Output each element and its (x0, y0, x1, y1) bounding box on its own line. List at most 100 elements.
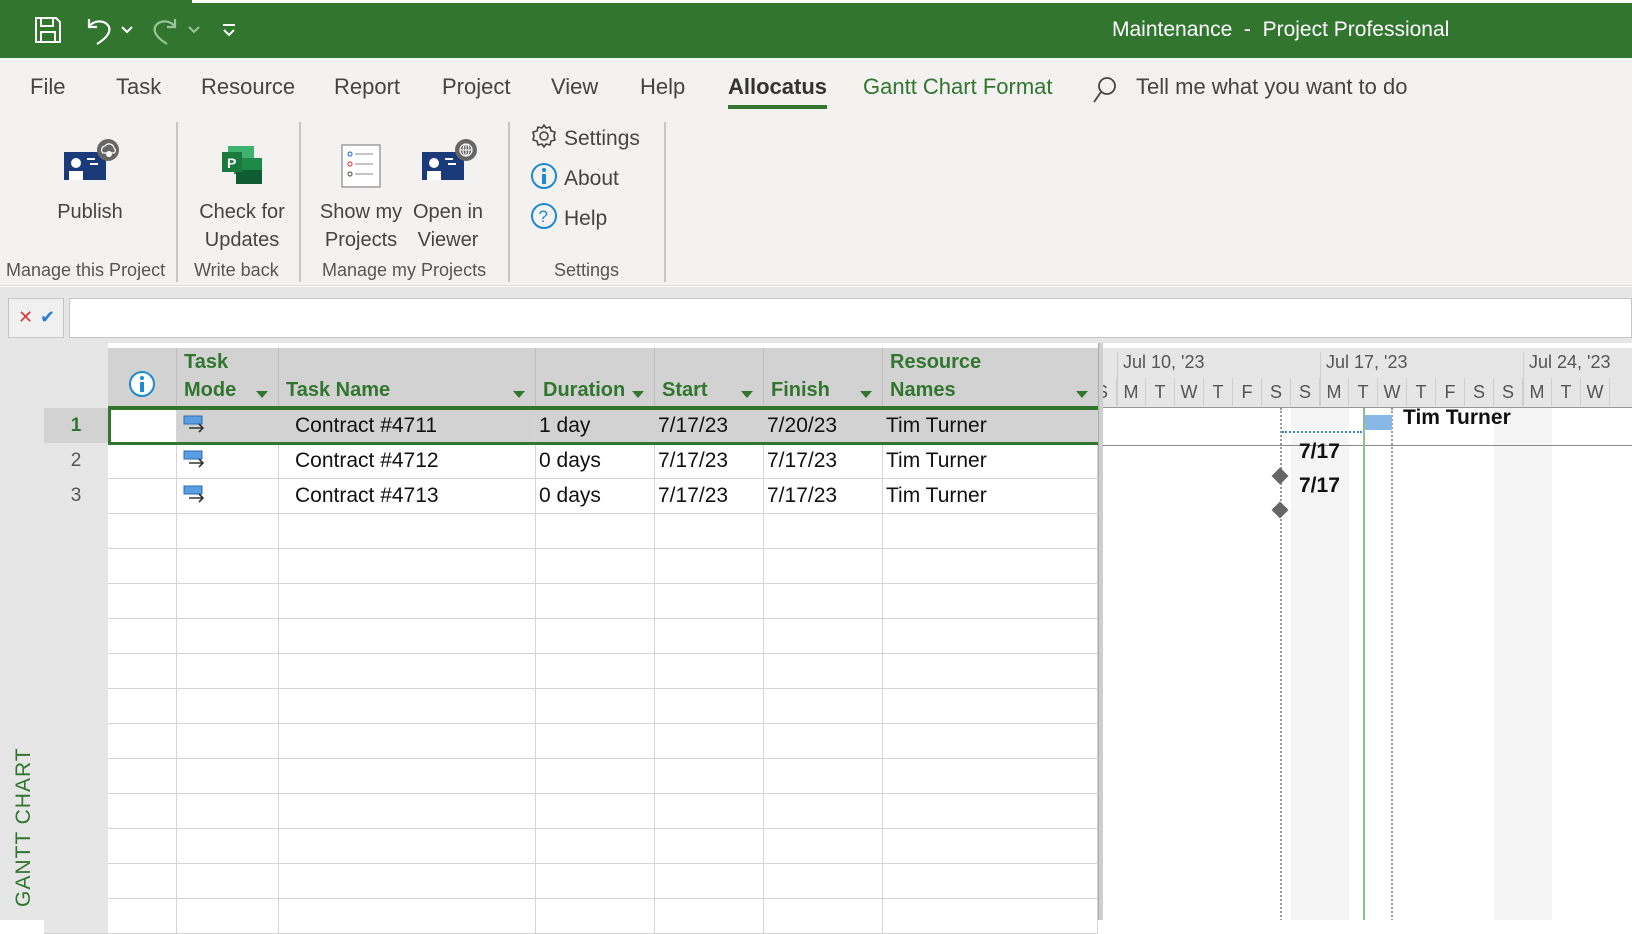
show-my-projects-button[interactable]: Show my Projects (316, 128, 406, 254)
start-cell[interactable] (655, 513, 764, 548)
name-cell[interactable]: Contract #4711 (279, 408, 536, 443)
check-for-updates-button[interactable]: P Check for Updates (192, 128, 292, 254)
undo-icon[interactable] (84, 14, 114, 46)
start-cell[interactable]: 7/17/23 (655, 478, 764, 513)
task-mode-cell[interactable] (177, 758, 279, 793)
empty-row[interactable] (108, 723, 1098, 759)
redo-dropdown-icon[interactable] (187, 14, 201, 46)
chevron-down-icon[interactable] (256, 391, 268, 398)
resource-cell[interactable] (883, 723, 1098, 758)
duration-cell[interactable] (536, 863, 655, 898)
finish-cell[interactable]: 7/17/23 (764, 478, 883, 513)
column-header-resource-names[interactable]: Resource Names (883, 348, 1098, 406)
resource-cell[interactable]: Tim Turner (883, 408, 1098, 443)
duration-cell[interactable] (536, 793, 655, 828)
tab-view[interactable]: View (551, 74, 598, 100)
resource-cell[interactable] (883, 513, 1098, 548)
duration-cell[interactable] (536, 723, 655, 758)
finish-cell[interactable] (764, 723, 883, 758)
task-mode-cell[interactable] (177, 863, 279, 898)
column-header-duration[interactable]: Duration (536, 348, 655, 406)
row-number[interactable]: 1 (44, 408, 108, 444)
help-button[interactable]: ? Help (530, 202, 607, 236)
row-number[interactable]: 3 (44, 478, 108, 514)
finish-cell[interactable] (764, 793, 883, 828)
row-number[interactable] (44, 898, 108, 934)
indicator-cell[interactable] (108, 863, 177, 898)
chevron-down-icon[interactable] (860, 391, 872, 398)
table-row[interactable]: Contract #4711 1 day 7/17/23 7/20/23 Tim Tur… (108, 408, 1098, 444)
resource-cell[interactable] (883, 758, 1098, 793)
task1-bar[interactable] (1365, 415, 1392, 430)
empty-row[interactable] (108, 583, 1098, 619)
empty-row[interactable] (108, 828, 1098, 864)
duration-cell[interactable] (536, 548, 655, 583)
task-mode-cell[interactable] (177, 688, 279, 723)
start-cell[interactable] (655, 828, 764, 863)
start-cell[interactable] (655, 723, 764, 758)
task-mode-cell[interactable] (177, 443, 279, 478)
start-cell[interactable] (655, 863, 764, 898)
name-cell[interactable] (279, 758, 536, 793)
task-mode-cell[interactable] (177, 513, 279, 548)
finish-cell[interactable]: 7/20/23 (764, 408, 883, 443)
finish-cell[interactable]: 7/17/23 (764, 443, 883, 478)
finish-cell[interactable] (764, 618, 883, 653)
finish-cell[interactable] (764, 548, 883, 583)
row-number[interactable] (44, 828, 108, 864)
start-cell[interactable] (655, 653, 764, 688)
resource-cell[interactable]: Tim Turner (883, 443, 1098, 478)
undo-dropdown-icon[interactable] (120, 14, 134, 46)
row-number[interactable] (44, 793, 108, 829)
task-mode-cell[interactable] (177, 828, 279, 863)
tab-project[interactable]: Project (442, 74, 510, 100)
column-header-indicators[interactable] (108, 348, 177, 406)
duration-cell[interactable] (536, 653, 655, 688)
finish-cell[interactable] (764, 513, 883, 548)
empty-row[interactable] (108, 758, 1098, 794)
open-in-viewer-button[interactable]: Open in Viewer (408, 128, 488, 254)
start-cell[interactable]: 7/17/23 (655, 408, 764, 443)
chevron-down-icon[interactable] (1076, 391, 1088, 398)
empty-row[interactable] (108, 653, 1098, 689)
resource-cell[interactable] (883, 828, 1098, 863)
row-number[interactable] (44, 513, 108, 549)
indicator-cell[interactable] (108, 478, 177, 513)
confirm-entry-icon[interactable]: ✔ (40, 307, 55, 328)
about-button[interactable]: About (530, 162, 619, 196)
indicator-cell[interactable] (108, 723, 177, 758)
finish-cell[interactable] (764, 653, 883, 688)
duration-cell[interactable] (536, 828, 655, 863)
chevron-down-icon[interactable] (632, 391, 644, 398)
column-header-start[interactable]: Start (655, 348, 764, 406)
resource-cell[interactable] (883, 618, 1098, 653)
resource-cell[interactable] (883, 898, 1098, 933)
column-header-task-name[interactable]: Task Name (279, 348, 536, 406)
tab-gantt-chart-format[interactable]: Gantt Chart Format (863, 74, 1053, 100)
cancel-entry-icon[interactable]: ✕ (18, 307, 33, 328)
task3-milestone[interactable] (1271, 501, 1289, 519)
indicator-cell[interactable] (108, 513, 177, 548)
resource-cell[interactable] (883, 863, 1098, 898)
empty-row[interactable] (108, 863, 1098, 899)
start-cell[interactable] (655, 548, 764, 583)
indicator-cell[interactable] (108, 443, 177, 478)
name-cell[interactable]: Contract #4712 (279, 443, 536, 478)
resource-cell[interactable] (883, 653, 1098, 688)
task-mode-cell[interactable] (177, 898, 279, 933)
name-cell[interactable] (279, 653, 536, 688)
table-row[interactable]: Contract #4712 0 days 7/17/23 7/17/23 Tim Tu… (108, 443, 1098, 479)
row-number[interactable] (44, 723, 108, 759)
empty-row[interactable] (108, 898, 1098, 934)
task-mode-cell[interactable] (177, 793, 279, 828)
task-mode-cell[interactable] (177, 583, 279, 618)
name-cell[interactable] (279, 618, 536, 653)
tab-help[interactable]: Help (640, 74, 685, 100)
resource-cell[interactable] (883, 583, 1098, 618)
finish-cell[interactable] (764, 583, 883, 618)
tell-me-search[interactable]: Tell me what you want to do (1093, 74, 1407, 103)
row-number[interactable] (44, 863, 108, 899)
resource-cell[interactable]: Tim Turner (883, 478, 1098, 513)
name-cell[interactable] (279, 688, 536, 723)
duration-cell[interactable] (536, 618, 655, 653)
